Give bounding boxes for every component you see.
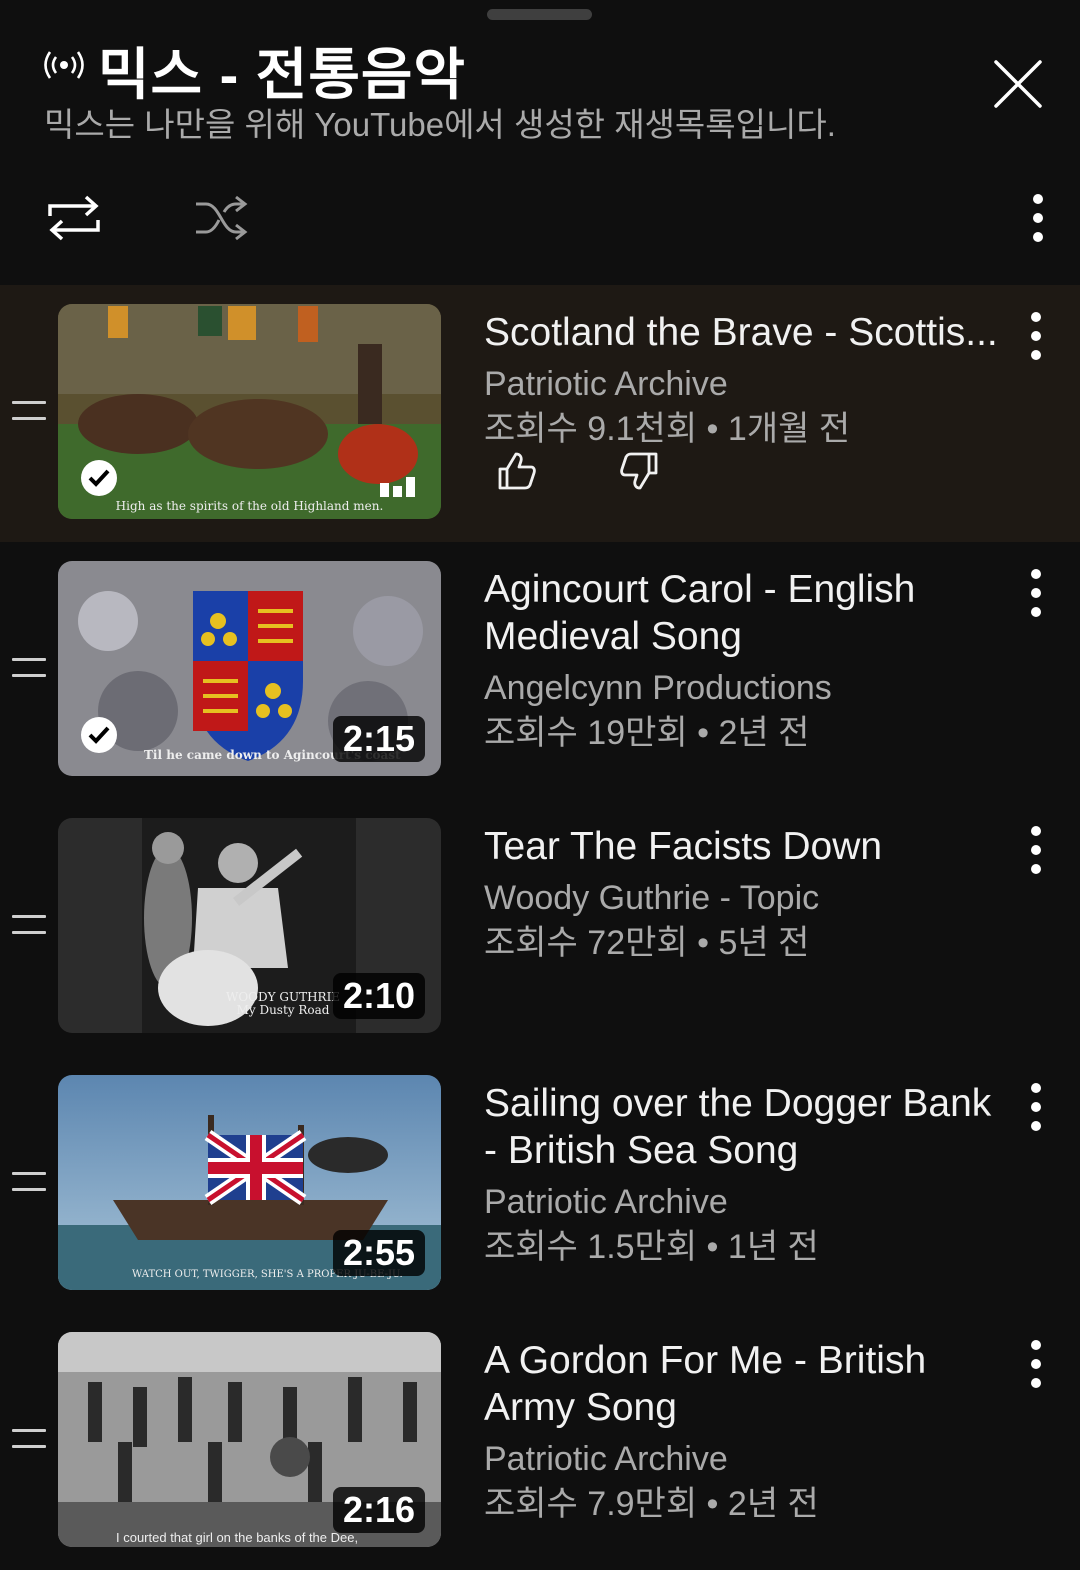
shuffle-icon[interactable] [194, 194, 248, 242]
video-thumbnail[interactable]: WATCH OUT, TWIGGER, SHE'S A PROPER JU-BE… [58, 1075, 441, 1290]
playlist-item[interactable]: WOODY GUTHRIE My Dusty Road 2:10 Tear Th… [0, 799, 1080, 1056]
thumbnail-caption: High as the spirits of the old Highland … [115, 499, 384, 513]
drag-handle-icon[interactable] [12, 1172, 46, 1192]
video-meta: 조회수 72만회 • 5년 전 [484, 924, 810, 962]
video-title[interactable]: Tear The Facists Down [484, 823, 1004, 870]
video-meta: 조회수 1.5만회 • 1년 전 [484, 1228, 819, 1266]
video-thumbnail[interactable]: I courted that girl on the banks of the … [58, 1332, 441, 1547]
video-duration: 2:15 [332, 716, 425, 762]
more-vert-icon[interactable] [1020, 193, 1056, 243]
drag-handle-icon[interactable] [12, 658, 46, 678]
video-meta: 조회수 19만회 • 2년 전 [484, 714, 810, 752]
channel-name: Woody Guthrie - Topic [484, 879, 820, 917]
more-vert-icon[interactable] [1018, 1082, 1054, 1132]
loop-icon[interactable] [46, 194, 102, 242]
playlist-item[interactable]: WATCH OUT, TWIGGER, SHE'S A PROPER JU-BE… [0, 1056, 1080, 1313]
video-duration: 2:55 [332, 1230, 425, 1276]
like-icon[interactable] [496, 451, 536, 491]
channel-name: Patriotic Archive [484, 365, 728, 403]
drag-handle-icon[interactable] [12, 401, 46, 421]
channel-name: Patriotic Archive [484, 1183, 728, 1221]
video-duration: 2:16 [332, 1487, 425, 1533]
video-title[interactable]: Agincourt Carol - English Medieval Song [484, 566, 1004, 660]
video-duration: 2:10 [332, 973, 425, 1019]
channel-name: Angelcynn Productions [484, 669, 832, 707]
more-vert-icon[interactable] [1018, 1339, 1054, 1389]
thumbnail-caption: WOODY GUTHRIE My Dusty Road [226, 991, 340, 1017]
watched-check-icon [81, 460, 117, 496]
watched-check-icon [81, 717, 117, 753]
more-vert-icon[interactable] [1018, 825, 1054, 875]
video-title[interactable]: Scotland the Brave - Scottis... [484, 309, 1004, 356]
video-meta: 조회수 7.9만회 • 2년 전 [484, 1485, 819, 1523]
now-playing-bars-icon [380, 477, 415, 497]
playlist-item[interactable]: I courted that girl on the banks of the … [0, 1313, 1080, 1570]
video-thumbnail[interactable]: Til he came down to Agincourt's coast 2:… [58, 561, 441, 776]
more-vert-icon[interactable] [1018, 568, 1054, 618]
playlist-item[interactable]: Til he came down to Agincourt's coast 2:… [0, 542, 1080, 799]
channel-name: Patriotic Archive [484, 1440, 728, 1478]
sheet-drag-handle[interactable] [487, 9, 592, 20]
drag-handle-icon[interactable] [12, 1429, 46, 1449]
broadcast-icon [44, 51, 84, 79]
video-title[interactable]: A Gordon For Me - British Army Song [484, 1337, 1004, 1431]
more-vert-icon[interactable] [1018, 311, 1054, 361]
drag-handle-icon[interactable] [12, 915, 46, 935]
video-meta: 조회수 9.1천회 • 1개월 전 [484, 410, 851, 448]
close-icon[interactable] [990, 56, 1046, 112]
thumbnail-caption-line2: My Dusty Road [236, 1003, 330, 1017]
video-title[interactable]: Sailing over the Dogger Bank - British S… [484, 1080, 1004, 1174]
video-thumbnail[interactable]: High as the spirits of the old Highland … [58, 304, 441, 519]
dislike-icon[interactable] [620, 451, 660, 491]
playlist-subtitle: 믹스는 나만을 위해 YouTube에서 생성한 재생목록입니다. [44, 106, 836, 143]
video-thumbnail[interactable]: WOODY GUTHRIE My Dusty Road 2:10 [58, 818, 441, 1033]
playlist-item[interactable]: High as the spirits of the old Highland … [0, 285, 1080, 542]
